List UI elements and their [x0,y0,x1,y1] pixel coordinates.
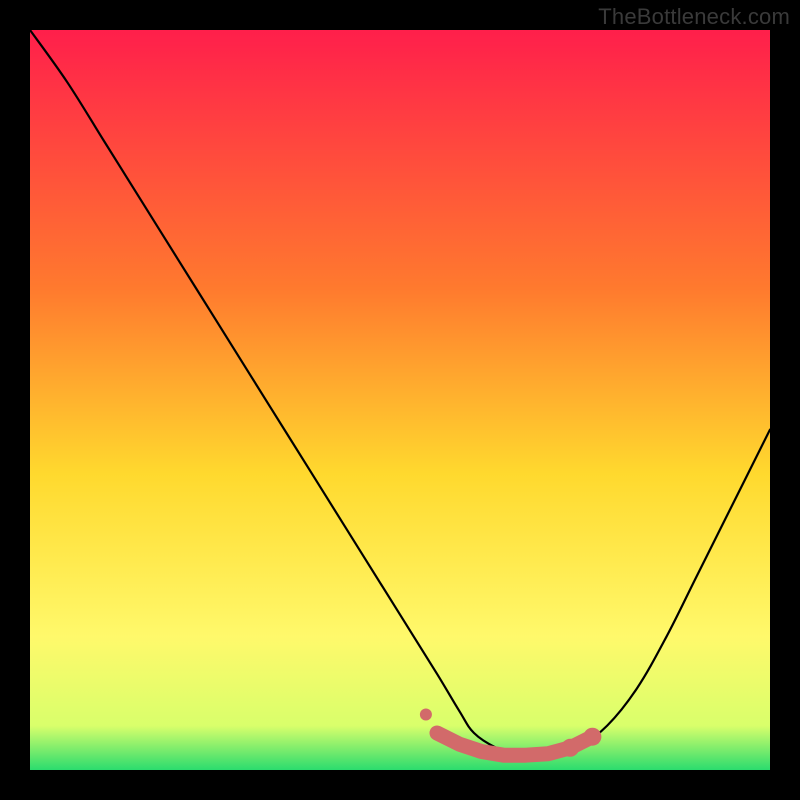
highlight-end-dot [583,728,601,746]
plot-area [30,30,770,770]
gradient-background [30,30,770,770]
chart-frame: TheBottleneck.com [0,0,800,800]
highlight-lead-dot [420,709,432,721]
watermark-text: TheBottleneck.com [598,4,790,30]
bottleneck-chart [30,30,770,770]
highlight-end-dot [561,739,579,757]
